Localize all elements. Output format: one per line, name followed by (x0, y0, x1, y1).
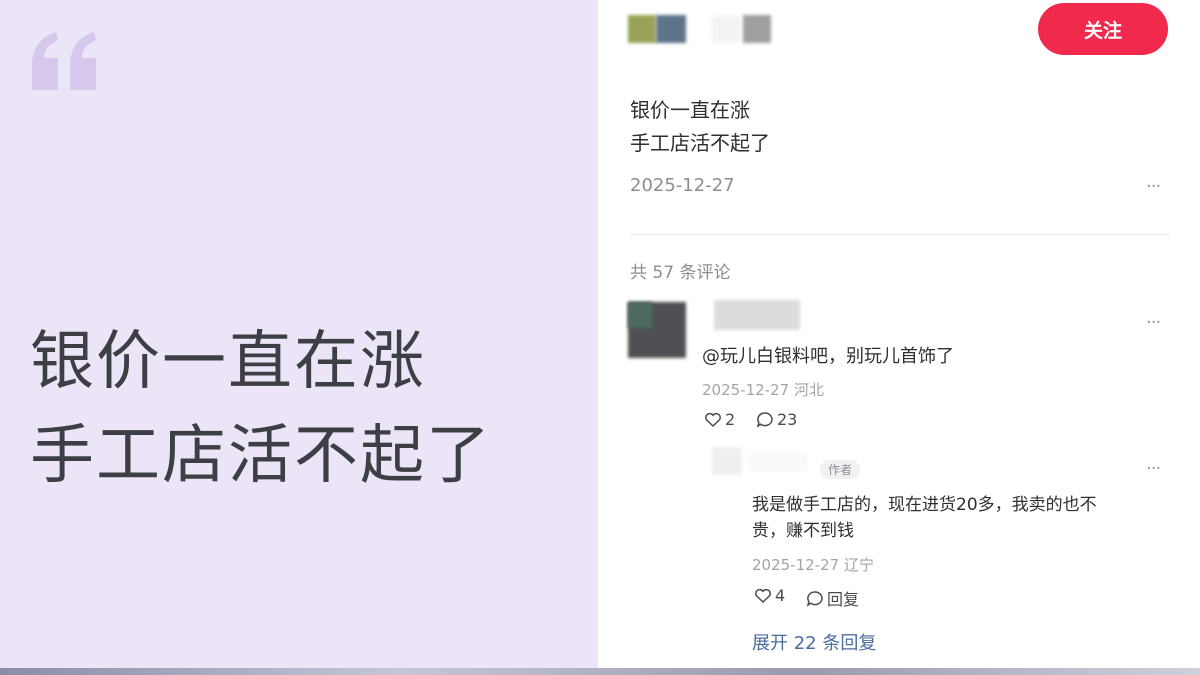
comment-like-button[interactable]: 2 (704, 410, 735, 429)
author-badge: 作者 (820, 460, 861, 479)
comment-reply-button[interactable]: 23 (756, 410, 797, 429)
quote-mark-icon (32, 32, 96, 90)
reply-reply-button[interactable]: 回复 (806, 586, 859, 610)
reply-like-button[interactable]: 4 (754, 586, 785, 605)
comment-text: @玩儿白银料吧，别玩儿首饰了 (702, 346, 954, 367)
bottom-edge-strip (0, 668, 1200, 675)
reply-reply-label: 回复 (827, 590, 860, 609)
speech-bubble-icon (806, 590, 823, 607)
headline-line-1: 银价一直在涨 (30, 325, 426, 399)
author-name-blurred[interactable] (712, 16, 740, 42)
comment-count: 共 57 条评论 (630, 263, 731, 283)
social-post-panel: 关注 银价一直在涨 手工店活不起了 2025-12-27 ··· 共 57 条评… (598, 0, 1200, 668)
author-avatar[interactable] (628, 15, 656, 43)
heart-icon (755, 588, 771, 603)
divider (630, 234, 1170, 235)
comment-more-icon[interactable]: ··· (1146, 312, 1161, 333)
reply-text-line-1: 我是做手工店的，现在进货20多，我卖的也不 (752, 495, 1097, 515)
post-text-line-2: 手工店活不起了 (630, 131, 770, 155)
post-date: 2025-12-27 (630, 175, 735, 196)
more-options-icon[interactable]: ··· (1146, 176, 1161, 197)
comment-like-count: 2 (725, 410, 736, 429)
reply-author-avatar[interactable] (712, 447, 742, 475)
follow-button[interactable]: 关注 (1038, 3, 1168, 55)
expand-replies-link[interactable]: 展开 22 条回复 (752, 629, 876, 655)
comment-reply-count: 23 (777, 410, 798, 429)
reply-author-name-blurred[interactable] (748, 452, 808, 472)
reply-more-icon[interactable]: ··· (1146, 458, 1161, 479)
left-text-panel: 银价一直在涨 手工店活不起了 (0, 0, 598, 668)
author-name-blurred-part[interactable] (743, 15, 771, 43)
commenter-name-blurred[interactable] (714, 300, 800, 330)
reply-meta: 2025-12-27 辽宁 (752, 556, 874, 574)
speech-bubble-icon (756, 412, 773, 428)
heart-icon (705, 412, 721, 427)
commenter-avatar-detail (628, 302, 652, 328)
author-avatar-part[interactable] (656, 15, 686, 43)
reply-like-count: 4 (775, 586, 786, 605)
headline-line-2: 手工店活不起了 (30, 419, 492, 493)
comment-meta: 2025-12-27 河北 (702, 381, 824, 399)
reply-text-line-2: 贵，赚不到钱 (752, 521, 854, 541)
post-text-line-1: 银价一直在涨 (630, 98, 750, 122)
